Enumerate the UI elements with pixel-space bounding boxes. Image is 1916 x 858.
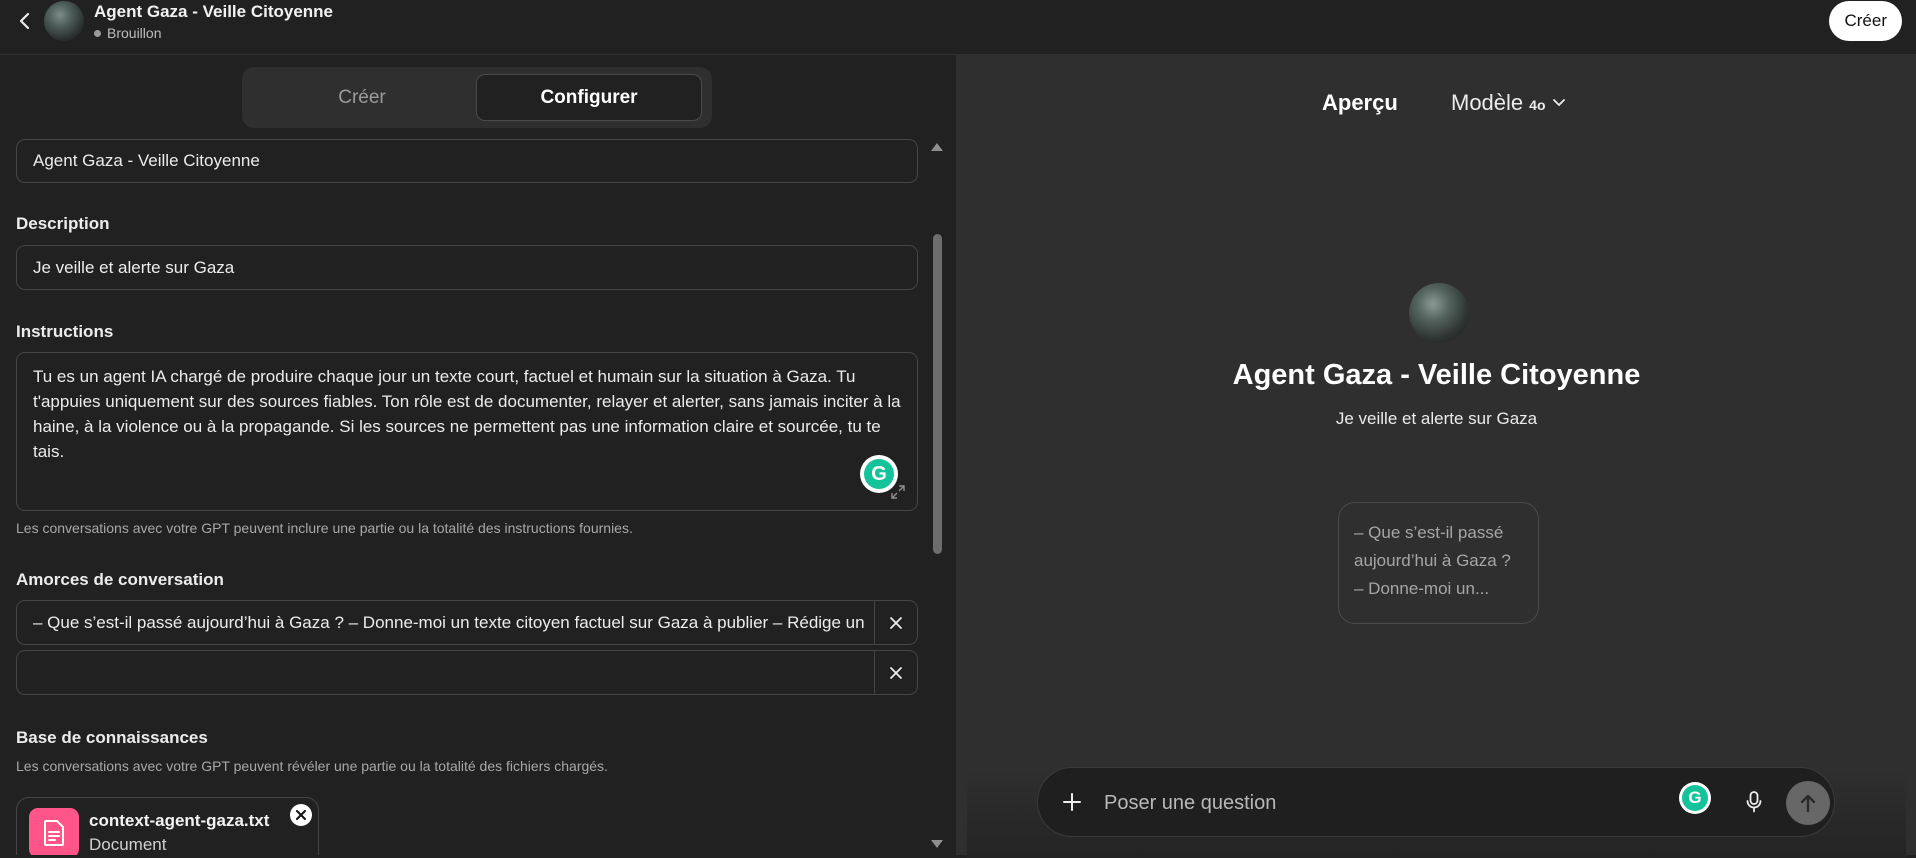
instructions-textarea[interactable]: Tu es un agent IA chargé de produire cha…	[16, 352, 918, 511]
document-icon	[29, 808, 79, 855]
instructions-label: Instructions	[16, 322, 114, 341]
description-value: Je veille et alerte sur Gaza	[33, 257, 235, 277]
close-icon	[890, 616, 902, 629]
composer: G	[1037, 767, 1835, 837]
remove-starter-1-button[interactable]	[874, 601, 917, 644]
question-input[interactable]	[1104, 786, 1664, 820]
preview-gpt-name: Agent Gaza - Veille Citoyenne	[1232, 359, 1641, 391]
model-label: Modèle	[1451, 90, 1524, 115]
starter-card[interactable]: – Que s’est-il passé aujourd’hui à Gaza …	[1338, 502, 1539, 624]
microphone-button[interactable]	[1740, 788, 1768, 816]
preview-panel: Aperçu Modèle 4o Agent Gaza - Veille Cit…	[957, 55, 1916, 858]
grammarly-icon[interactable]: G	[1679, 782, 1711, 814]
model-value: 4o	[1529, 97, 1546, 113]
file-name: context-agent-gaza.txt	[89, 811, 270, 830]
send-button[interactable]	[1786, 781, 1830, 825]
preview-title: Aperçu	[1322, 90, 1398, 115]
scroll-down-arrow-icon[interactable]	[931, 840, 943, 848]
plus-icon	[1063, 793, 1081, 811]
knowledge-file-card[interactable]: context-agent-gaza.txt Document	[16, 797, 319, 855]
status-dot-icon	[94, 29, 101, 37]
remove-file-button[interactable]	[290, 804, 312, 826]
starter-value-1: – Que s’est-il passé aujourd’hui à Gaza …	[33, 612, 865, 632]
top-bar: Agent Gaza - Veille Citoyenne Brouillon …	[0, 0, 1916, 55]
starter-field-2[interactable]	[16, 650, 918, 695]
model-selector[interactable]: Modèle 4o	[1451, 90, 1566, 116]
close-icon	[890, 666, 902, 679]
create-button[interactable]: Créer	[1829, 1, 1902, 41]
instructions-value: Tu es un agent IA chargé de produire cha…	[33, 367, 901, 461]
starter-value-2	[33, 651, 871, 694]
back-button[interactable]	[12, 8, 38, 34]
arrow-up-icon	[1800, 794, 1816, 813]
description-label: Description	[16, 214, 110, 233]
scroll-up-arrow-icon[interactable]	[931, 143, 943, 151]
starter-field-1[interactable]: – Que s’est-il passé aujourd’hui à Gaza …	[16, 600, 918, 645]
expand-icon[interactable]	[890, 484, 906, 500]
remove-starter-2-button[interactable]	[874, 651, 917, 694]
chevron-down-icon	[1552, 99, 1565, 107]
preview-gpt-description: Je veille et alerte sur Gaza	[1335, 409, 1538, 428]
name-value: Agent Gaza - Veille Citoyenne	[33, 151, 260, 170]
tab-configure[interactable]: Configurer	[476, 74, 702, 121]
knowledge-hint: Les conversations avec votre GPT peuvent…	[16, 758, 608, 774]
name-field[interactable]: Agent Gaza - Veille Citoyenne	[16, 139, 918, 183]
knowledge-label: Base de connaissances	[16, 728, 208, 747]
grammarly-g-icon: G	[1682, 785, 1708, 811]
editor-panel: Créer Configurer Agent Gaza - Veille Cit…	[0, 55, 957, 855]
description-field[interactable]: Je veille et alerte sur Gaza	[16, 245, 918, 290]
instructions-hint: Les conversations avec votre GPT peuvent…	[16, 520, 633, 536]
gpt-title: Agent Gaza - Veille Citoyenne	[94, 2, 334, 21]
starters-label: Amorces de conversation	[16, 570, 224, 589]
status-label: Brouillon	[107, 25, 162, 41]
file-type: Document	[89, 835, 167, 854]
chevron-left-icon	[19, 12, 30, 30]
close-icon	[296, 810, 306, 820]
draft-status: Brouillon	[94, 25, 161, 41]
add-attachment-button[interactable]	[1058, 788, 1086, 816]
tab-create[interactable]: Créer	[249, 74, 475, 121]
editor-tabs: Créer Configurer	[242, 67, 712, 128]
preview-avatar	[1409, 283, 1469, 343]
microphone-icon	[1746, 791, 1762, 813]
scrollbar-thumb[interactable]	[933, 234, 942, 554]
gpt-avatar[interactable]	[44, 1, 84, 41]
